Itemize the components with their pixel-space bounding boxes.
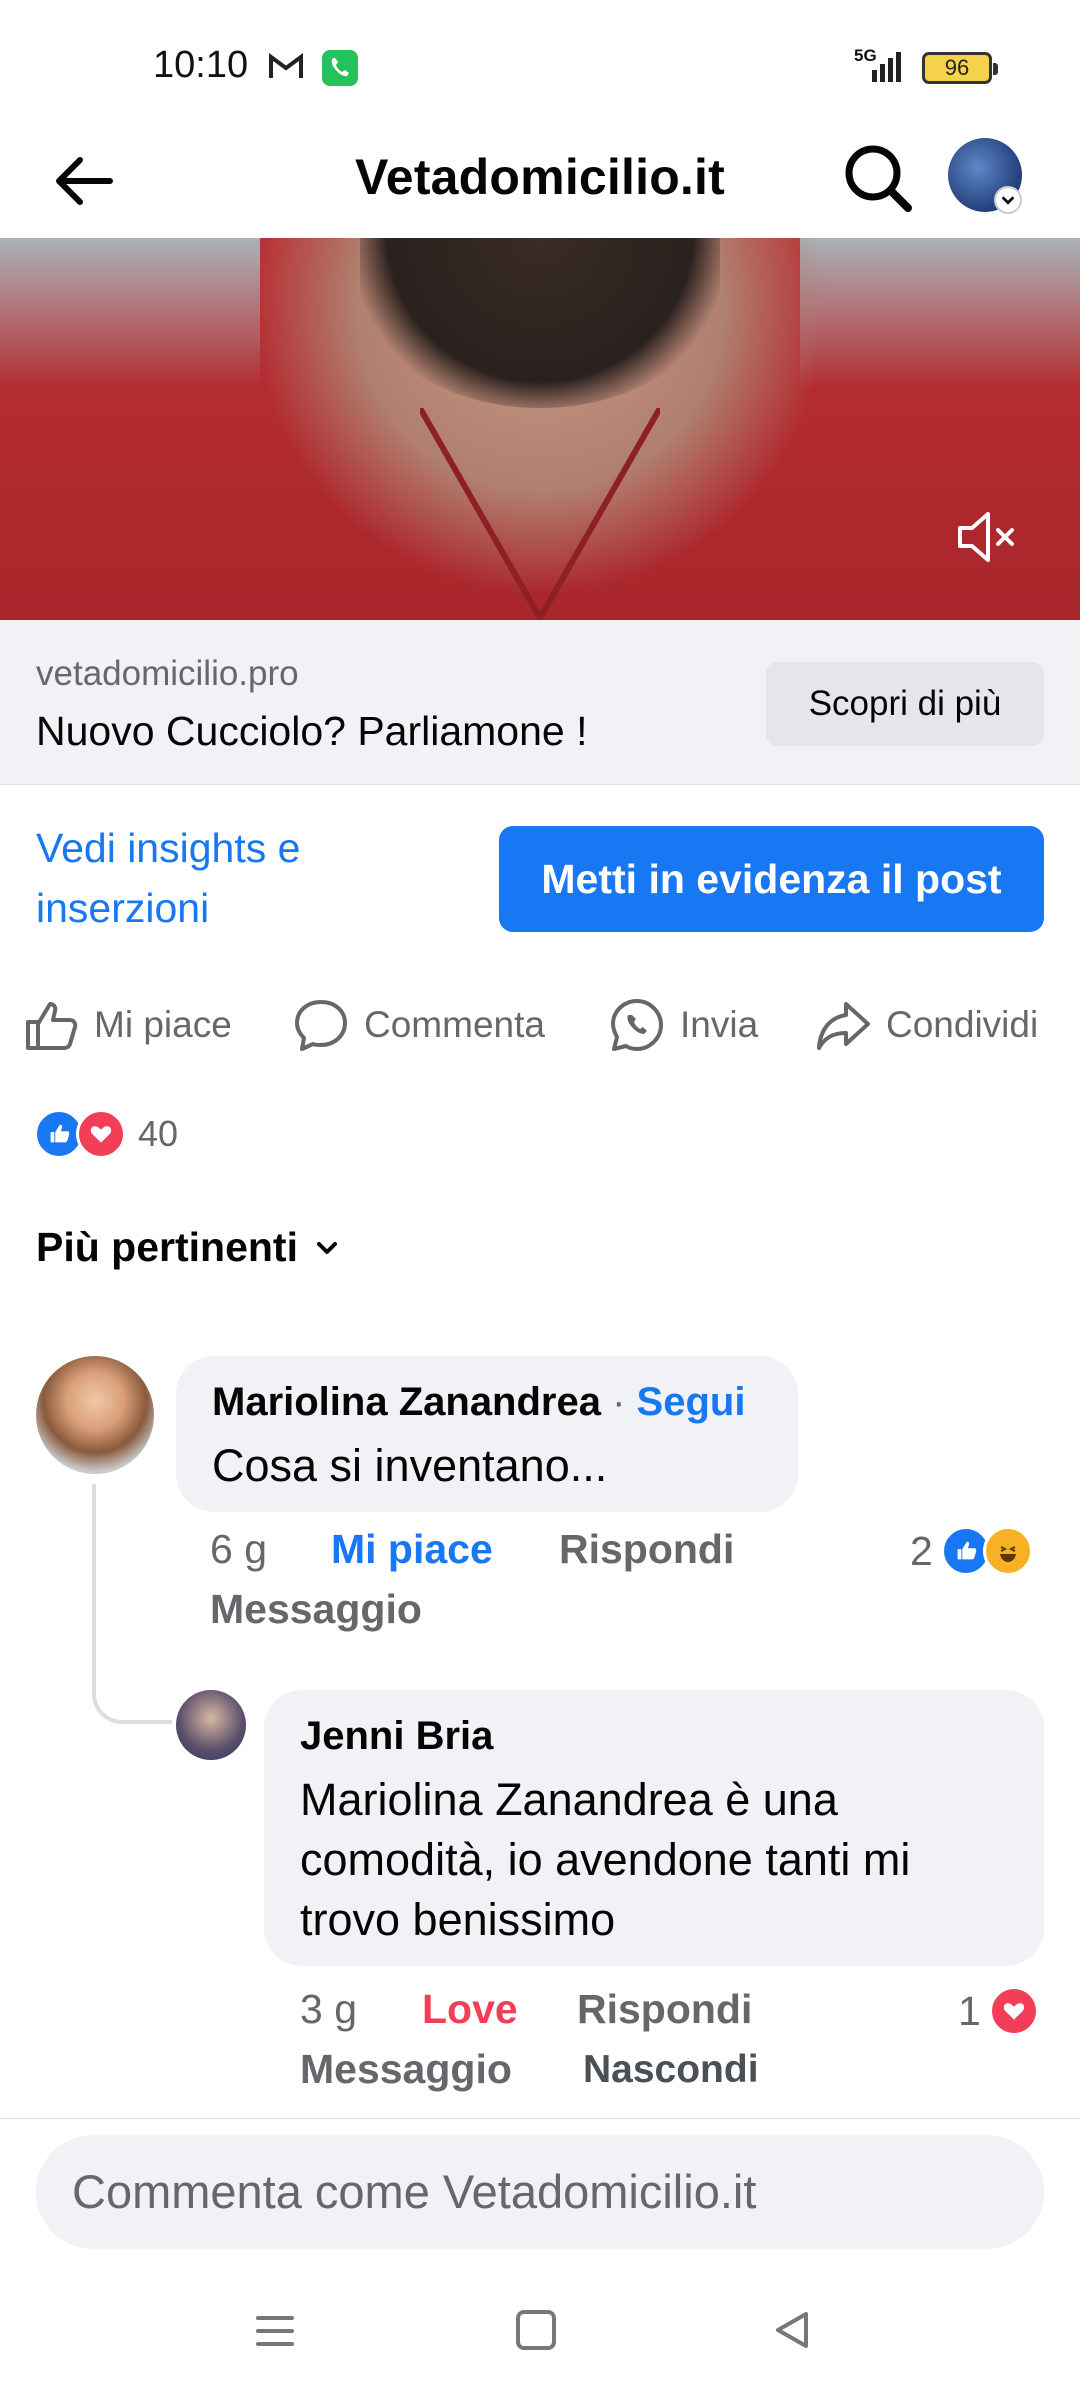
search-icon[interactable] xyxy=(840,140,914,214)
status-bar: 10:10 5G 96 xyxy=(0,0,1080,130)
reply-love-button[interactable]: Love xyxy=(422,1986,518,2033)
comment-message-button[interactable]: Messaggio xyxy=(210,1586,422,1633)
reply-reactions[interactable]: 1 xyxy=(958,1986,1039,2036)
battery-indicator: 96 xyxy=(922,52,998,84)
reply-message-button[interactable]: Messaggio xyxy=(300,2046,512,2093)
post-video[interactable] xyxy=(0,238,1080,620)
system-nav-bar xyxy=(0,2272,1080,2400)
comment-reactions[interactable]: 2 xyxy=(910,1526,1033,1576)
signal-icon xyxy=(872,52,901,82)
comment-reaction-count: 2 xyxy=(910,1527,933,1574)
comment-like-button[interactable]: Mi piace xyxy=(331,1526,493,1573)
home-icon[interactable] xyxy=(516,2310,556,2350)
phone-notification-icon xyxy=(322,50,358,86)
like-button[interactable]: Mi piace xyxy=(22,980,232,1070)
chevron-down-icon[interactable] xyxy=(994,186,1022,214)
comment-icon xyxy=(295,1000,347,1051)
reply-thread-line xyxy=(92,1484,172,1724)
nav-back-icon[interactable] xyxy=(770,2308,814,2352)
chevron-down-icon xyxy=(316,1241,337,1254)
comment-input[interactable]: Commenta come Vetadomicilio.it xyxy=(36,2135,1044,2249)
gmail-icon xyxy=(269,53,303,78)
comment-reply-button[interactable]: Rispondi xyxy=(559,1526,734,1573)
top-app-bar: Vetadomicilio.it xyxy=(0,130,1080,238)
comment-author[interactable]: Mariolina Zanandrea xyxy=(212,1380,601,1424)
reaction-count: 40 xyxy=(138,1113,179,1154)
sort-label: Più pertinenti xyxy=(36,1224,298,1270)
comment-label: Commenta xyxy=(364,1004,545,1045)
reactions-summary[interactable]: 40 xyxy=(34,1106,178,1162)
comment-bubble[interactable]: Mariolina Zanandrea · Segui Cosa si inve… xyxy=(176,1356,798,1512)
insights-link[interactable]: Vedi insights e inserzioni xyxy=(36,818,456,938)
replier-avatar[interactable] xyxy=(176,1690,246,1760)
comment-author-line: Mariolina Zanandrea · Segui xyxy=(212,1380,746,1424)
send-label: Invia xyxy=(680,1004,759,1045)
share-icon xyxy=(817,1002,870,1050)
link-domain: vetadomicilio.pro xyxy=(36,654,299,693)
page-title: Vetadomicilio.it xyxy=(355,149,725,205)
share-label: Condividi xyxy=(886,1004,1039,1045)
reply-text: Mariolina Zanandrea è una comodità, io a… xyxy=(300,1774,911,1945)
comment-button[interactable]: Commenta xyxy=(292,980,545,1070)
status-time: 10:10 xyxy=(153,44,249,86)
comment-composer-bar: Commenta come Vetadomicilio.it xyxy=(0,2118,1080,2272)
love-reaction-icon xyxy=(988,1986,1039,2036)
post-action-bar: Mi piace Commenta Invia Condividi xyxy=(0,980,1080,1070)
haha-reaction-icon xyxy=(982,1526,1033,1576)
link-title: Nuovo Cucciolo? Parliamone ! xyxy=(36,708,588,754)
comment-text: Cosa si inventano... xyxy=(212,1440,608,1491)
love-reaction-icon xyxy=(76,1109,126,1159)
comment-sort-dropdown[interactable]: Più pertinenti xyxy=(36,1224,342,1271)
reply-author[interactable]: Jenni Bria xyxy=(300,1714,493,1759)
reply-reply-button[interactable]: Rispondi xyxy=(577,1986,752,2033)
comment-time: 6 g xyxy=(210,1526,267,1572)
link-preview-card[interactable]: vetadomicilio.pro Nuovo Cucciolo? Parlia… xyxy=(0,620,1080,785)
commenter-avatar[interactable] xyxy=(36,1356,154,1474)
thumbs-up-icon xyxy=(26,1002,78,1050)
share-button[interactable]: Condividi xyxy=(814,980,1038,1070)
whatsapp-icon xyxy=(611,999,663,1051)
learn-more-button[interactable]: Scopri di più xyxy=(766,662,1044,746)
follow-button[interactable]: Segui xyxy=(637,1380,746,1424)
boost-post-button[interactable]: Metti in evidenza il post xyxy=(499,826,1044,932)
reply-bubble[interactable]: Jenni Bria Mariolina Zanandrea è una com… xyxy=(264,1690,1044,1966)
like-label: Mi piace xyxy=(94,1004,232,1045)
mute-icon[interactable] xyxy=(952,502,1022,572)
reply-hide-button[interactable]: Nascondi xyxy=(583,2048,759,2092)
send-button[interactable]: Invia xyxy=(608,980,758,1070)
recent-apps-icon[interactable] xyxy=(254,2310,296,2352)
reply-time: 3 g xyxy=(300,1986,357,2032)
reply-reaction-count: 1 xyxy=(958,1987,981,2034)
